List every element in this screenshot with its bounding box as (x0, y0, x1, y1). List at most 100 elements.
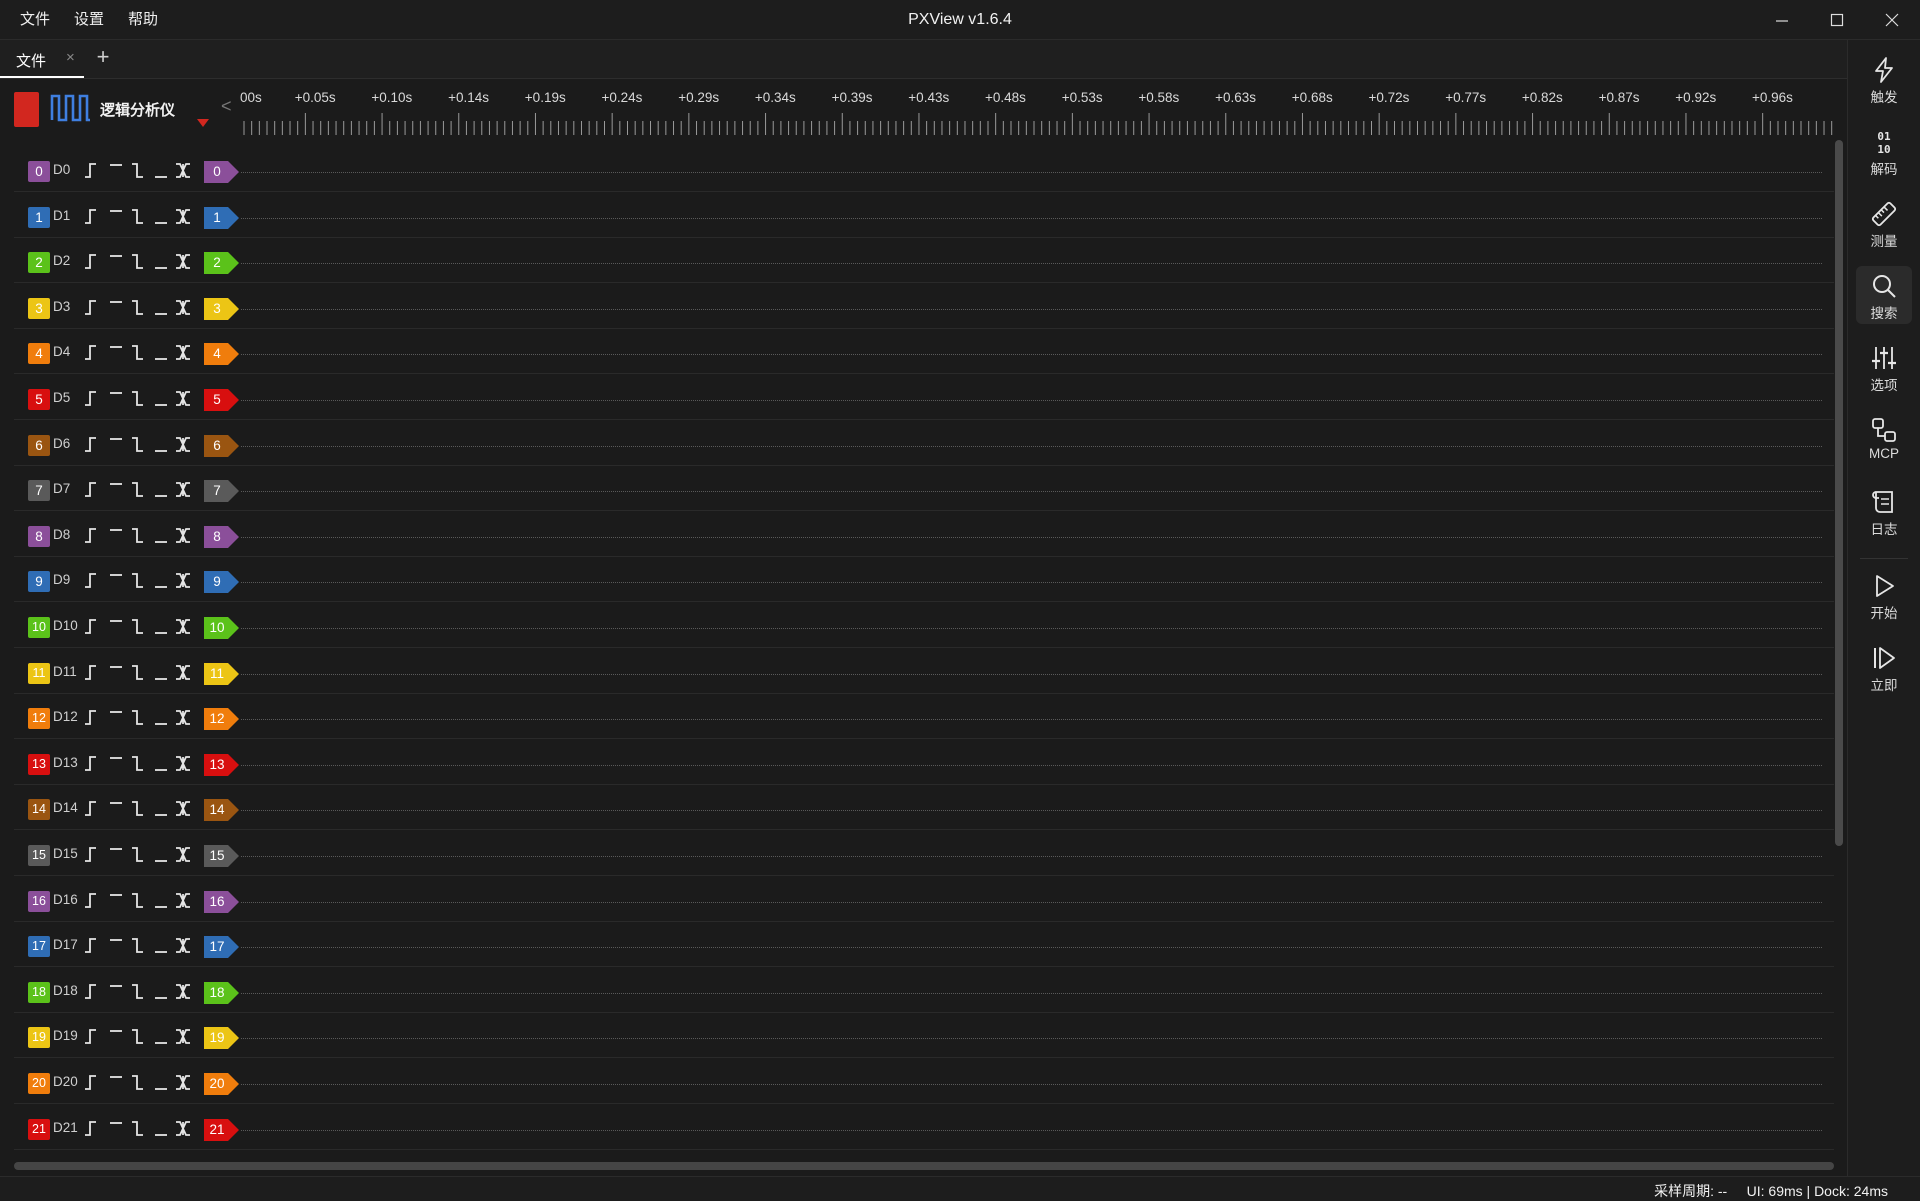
channel-name[interactable]: D4 (53, 344, 70, 359)
falling-edge-icon[interactable] (129, 708, 147, 726)
any-edge-icon[interactable] (174, 1027, 192, 1045)
channel-tag[interactable]: 7 (204, 480, 240, 503)
high-level-icon[interactable] (107, 891, 125, 909)
collapse-button[interactable]: < (221, 96, 232, 117)
channel-number-badge[interactable]: 20 (28, 1073, 50, 1094)
channel-name[interactable]: D5 (53, 390, 70, 405)
channel-tag[interactable]: 6 (204, 434, 240, 457)
channel-number-badge[interactable]: 1 (28, 206, 50, 228)
high-level-icon[interactable] (107, 343, 125, 361)
channel-number-badge[interactable]: 6 (28, 434, 50, 456)
channel-waveform[interactable] (241, 856, 1822, 857)
channel-tag[interactable]: 3 (204, 297, 240, 320)
channel-number-badge[interactable]: 13 (28, 753, 50, 775)
dock-sliders-button[interactable]: 选项 (1856, 338, 1912, 396)
channel-waveform[interactable] (241, 947, 1822, 949)
any-edge-icon[interactable] (174, 891, 192, 909)
channel-waveform[interactable] (241, 901, 1822, 903)
channel-waveform[interactable] (241, 445, 1822, 447)
channel-waveform[interactable] (241, 172, 1822, 173)
rising-edge-icon[interactable] (84, 891, 102, 909)
any-edge-icon[interactable] (174, 617, 192, 635)
rising-edge-icon[interactable] (84, 708, 102, 726)
channel-tag[interactable]: 16 (204, 890, 240, 913)
channel-tag[interactable]: 11 (204, 662, 240, 685)
falling-edge-icon[interactable] (129, 435, 147, 453)
channel-name[interactable]: D6 (53, 436, 70, 451)
falling-edge-icon[interactable] (129, 1119, 147, 1137)
rising-edge-icon[interactable] (84, 298, 102, 316)
tab-close-button[interactable]: × (66, 49, 75, 66)
rising-edge-icon[interactable] (84, 936, 102, 954)
rising-edge-icon[interactable] (84, 435, 102, 453)
falling-edge-icon[interactable] (129, 526, 147, 544)
vertical-scrollbar[interactable] (1835, 140, 1843, 846)
high-level-icon[interactable] (107, 936, 125, 954)
low-level-icon[interactable] (152, 617, 170, 635)
any-edge-icon[interactable] (174, 435, 192, 453)
channel-name[interactable]: D8 (53, 527, 70, 542)
run-stop-button[interactable] (14, 92, 39, 127)
rising-edge-icon[interactable] (84, 526, 102, 544)
high-level-icon[interactable] (107, 298, 125, 316)
low-level-icon[interactable] (152, 1119, 170, 1137)
falling-edge-icon[interactable] (129, 845, 147, 863)
high-level-icon[interactable] (107, 480, 125, 498)
rising-edge-icon[interactable] (84, 389, 102, 407)
channel-tag[interactable]: 1 (204, 206, 240, 229)
channel-waveform[interactable] (241, 628, 1822, 629)
low-level-icon[interactable] (152, 982, 170, 1000)
dock-binary-button[interactable]: 01 10 解码 (1856, 122, 1912, 180)
channel-tag[interactable]: 19 (204, 1027, 240, 1050)
high-level-icon[interactable] (107, 1027, 125, 1045)
rising-edge-icon[interactable] (84, 754, 102, 772)
channel-number-badge[interactable]: 3 (28, 297, 50, 319)
rising-edge-icon[interactable] (84, 571, 102, 589)
add-tab-button[interactable]: + (92, 44, 114, 70)
high-level-icon[interactable] (107, 799, 125, 817)
channel-tag[interactable]: 8 (204, 525, 240, 548)
channel-name[interactable]: D16 (53, 892, 78, 907)
any-edge-icon[interactable] (174, 845, 192, 863)
rising-edge-icon[interactable] (84, 799, 102, 817)
channel-number-badge[interactable]: 16 (28, 890, 50, 912)
channel-name[interactable]: D20 (53, 1074, 78, 1089)
low-level-icon[interactable] (152, 891, 170, 909)
channel-waveform[interactable] (241, 1129, 1822, 1131)
channel-number-badge[interactable]: 21 (28, 1118, 50, 1140)
low-level-icon[interactable] (152, 480, 170, 498)
channel-number-badge[interactable]: 2 (28, 252, 50, 274)
any-edge-icon[interactable] (174, 1073, 192, 1091)
channel-name[interactable]: D1 (53, 208, 70, 223)
any-edge-icon[interactable] (174, 754, 192, 772)
any-edge-icon[interactable] (174, 982, 192, 1000)
low-level-icon[interactable] (152, 435, 170, 453)
channel-name[interactable]: D18 (53, 983, 78, 998)
dock-ruler-button[interactable]: 测量 (1856, 194, 1912, 252)
high-level-icon[interactable] (107, 845, 125, 863)
rising-edge-icon[interactable] (84, 252, 102, 270)
channel-waveform[interactable] (241, 582, 1822, 584)
low-level-icon[interactable] (152, 298, 170, 316)
channel-waveform[interactable] (241, 308, 1822, 310)
falling-edge-icon[interactable] (129, 571, 147, 589)
channel-tag[interactable]: 9 (204, 571, 240, 594)
any-edge-icon[interactable] (174, 571, 192, 589)
channel-waveform[interactable] (241, 673, 1822, 675)
low-level-icon[interactable] (152, 343, 170, 361)
low-level-icon[interactable] (152, 845, 170, 863)
rising-edge-icon[interactable] (84, 480, 102, 498)
any-edge-icon[interactable] (174, 389, 192, 407)
falling-edge-icon[interactable] (129, 982, 147, 1000)
channel-name[interactable]: D9 (53, 572, 70, 587)
channel-waveform[interactable] (241, 217, 1822, 219)
channel-waveform[interactable] (241, 1038, 1822, 1040)
channel-waveform[interactable] (241, 491, 1822, 493)
falling-edge-icon[interactable] (129, 1027, 147, 1045)
dock-lightning-button[interactable]: 触发 (1856, 50, 1912, 108)
high-level-icon[interactable] (107, 207, 125, 225)
channel-tag[interactable]: 18 (204, 981, 240, 1004)
dock-scroll-button[interactable]: 日志 (1856, 482, 1912, 540)
any-edge-icon[interactable] (174, 161, 192, 179)
channel-waveform[interactable] (241, 400, 1822, 401)
